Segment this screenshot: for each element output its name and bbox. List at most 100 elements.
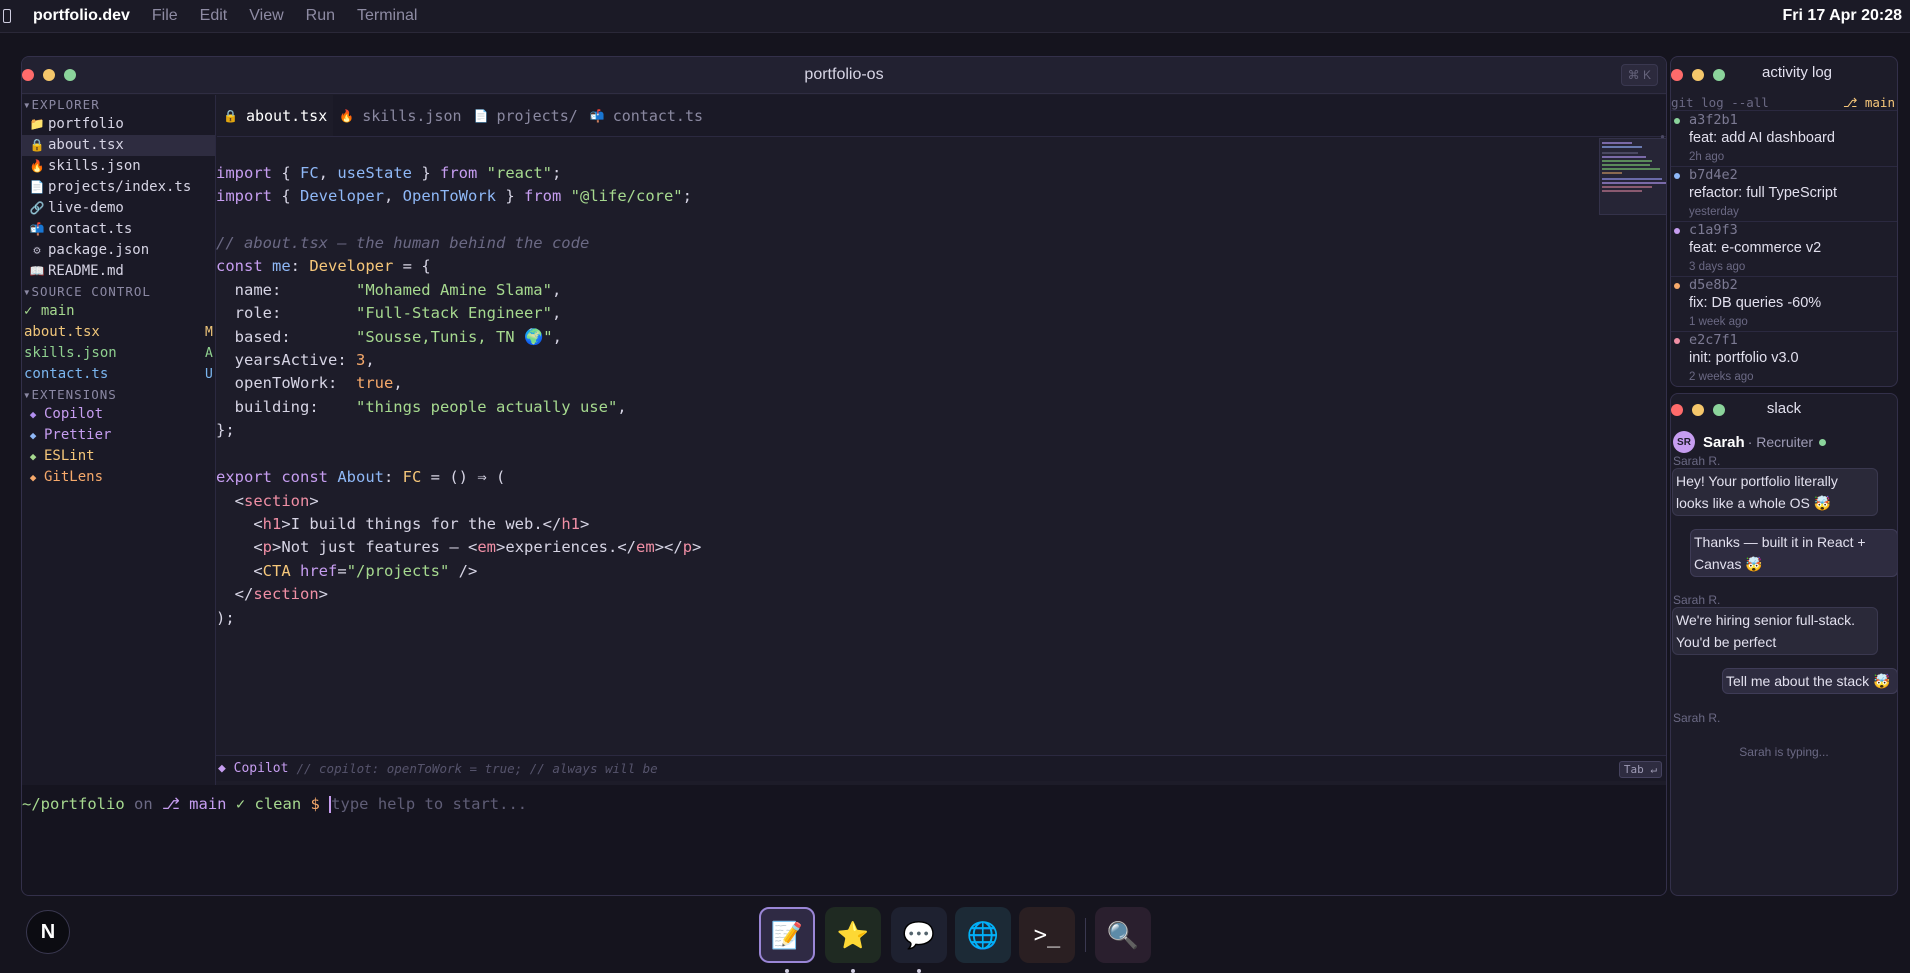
extension-copilot[interactable]: ◆ Copilot bbox=[22, 404, 215, 425]
browser-app-icon[interactable]: 🌐 bbox=[955, 907, 1011, 963]
message-sender: Sarah R. bbox=[1673, 711, 1721, 725]
commit-dot-icon bbox=[1674, 283, 1680, 289]
status-badge: M bbox=[205, 325, 213, 340]
online-status-icon bbox=[1819, 438, 1827, 446]
extension-gitlens[interactable]: ◆ GitLens bbox=[22, 467, 215, 488]
file-icon: 📄 bbox=[29, 180, 45, 194]
source-control-header[interactable]: ▾SOURCE CONTROL bbox=[22, 282, 215, 301]
code-line: <p>Not just features — <em>experiences.<… bbox=[216, 538, 702, 556]
explorer-item-projects[interactable]: 📄 projects/index.ts bbox=[22, 177, 215, 198]
changed-file[interactable]: contact.ts U bbox=[22, 364, 215, 385]
explorer-header[interactable]: ▾EXPLORER bbox=[22, 95, 215, 114]
message-bubble: We're hiring senior full-stack. You'd be… bbox=[1672, 607, 1878, 655]
current-branch[interactable]: ✓ main bbox=[22, 301, 215, 322]
tab-skills[interactable]: 🔥 skills.json bbox=[333, 95, 467, 136]
notes-app-icon[interactable]: 📝 bbox=[759, 907, 815, 963]
menu-view[interactable]: View bbox=[249, 7, 283, 25]
branch-label: ⎇ main bbox=[1842, 95, 1895, 110]
fire-icon: 🔥 bbox=[29, 159, 45, 173]
code-line: }; bbox=[216, 421, 235, 439]
extension-eslint[interactable]: ◆ ESLint bbox=[22, 446, 215, 467]
editor-window: portfolio-os ⌘ K ▾EXPLORER 📁 portfolio 🔒 a… bbox=[21, 56, 1667, 896]
system-menu-icon[interactable] bbox=[3, 9, 11, 23]
contact-role: · Recruiter bbox=[1747, 434, 1814, 450]
commit-item[interactable]: d5e8b2 fix: DB queries -60% 1 week ago bbox=[1671, 277, 1897, 332]
running-indicator bbox=[785, 969, 789, 973]
terminal-input[interactable]: type help to start... bbox=[331, 795, 527, 813]
message-bubble: Thanks — built it in React + Canvas 🤯 bbox=[1690, 529, 1897, 577]
explorer-item-contact[interactable]: 📬 contact.ts bbox=[22, 219, 215, 240]
changed-file[interactable]: skills.json A bbox=[22, 343, 215, 364]
minimap[interactable] bbox=[1599, 138, 1666, 215]
explorer-item-readme[interactable]: 📖 README.md bbox=[22, 261, 215, 282]
code-line: const me: Developer = { bbox=[216, 257, 431, 275]
message-sender: Sarah R. bbox=[1673, 593, 1721, 607]
terminal-panel[interactable]: ~/portfolio on ⎇ main ✓ clean $ type hel… bbox=[22, 785, 1666, 895]
editor-titlebar[interactable]: portfolio-os ⌘ K bbox=[22, 57, 1666, 94]
terminal-app-icon[interactable]: >_ bbox=[1019, 907, 1075, 963]
commit-dot-icon bbox=[1674, 338, 1680, 344]
commit-item[interactable]: b7d4e2 refactor: full TypeScript yesterd… bbox=[1671, 167, 1897, 222]
activity-log-panel: activity log git log --all ⎇ main a3f2b1 … bbox=[1670, 56, 1898, 387]
mailbox-icon: 📬 bbox=[29, 222, 45, 236]
contact-name: Sarah bbox=[1703, 433, 1745, 451]
favorites-app-icon[interactable]: ⭐ bbox=[825, 907, 881, 963]
explorer-item-skills[interactable]: 🔥 skills.json bbox=[22, 156, 215, 177]
code-line: based: "Sousse,Tunis, TN 🌍", bbox=[216, 328, 562, 346]
message-bubble: Hey! Your portfolio literally looks like… bbox=[1672, 468, 1878, 516]
menu-run[interactable]: Run bbox=[306, 7, 335, 25]
code-line: name: "Mohamed Amine Slama", bbox=[216, 281, 562, 299]
window-title: portfolio-os bbox=[804, 66, 884, 83]
app-name[interactable]: portfolio.dev bbox=[33, 7, 130, 25]
avatar[interactable]: SR bbox=[1673, 431, 1695, 453]
code-comment: // about.tsx — the human behind the code bbox=[216, 234, 590, 252]
terminal-prompt: ~/portfolio on ⎇ main ✓ clean $ type hel… bbox=[22, 795, 528, 813]
menu-terminal[interactable]: Terminal bbox=[357, 7, 417, 25]
running-indicator bbox=[917, 969, 921, 973]
editor-tabs: 🔒 about.tsx 🔥 skills.json 📄 projects/ 📬 cont… bbox=[217, 95, 1666, 173]
search-app-icon[interactable]: 🔍 bbox=[1095, 907, 1151, 963]
typing-indicator: Sarah is typing... bbox=[1739, 745, 1829, 759]
explorer-item-portfolio[interactable]: 📁 portfolio bbox=[22, 114, 215, 135]
launcher-button[interactable]: N bbox=[26, 910, 70, 954]
changed-file[interactable]: about.tsx M bbox=[22, 322, 215, 343]
commit-dot-icon bbox=[1674, 173, 1680, 179]
code-editor[interactable]: import { FC, useState } from "react"; im… bbox=[216, 137, 1596, 749]
command-palette-button[interactable]: ⌘ K bbox=[1620, 64, 1658, 86]
explorer-item-package[interactable]: ⚙ package.json bbox=[22, 240, 215, 261]
running-indicator bbox=[851, 969, 855, 973]
tab-about[interactable]: 🔒 about.tsx bbox=[217, 95, 334, 136]
code-line: openToWork: true, bbox=[216, 374, 403, 392]
message-sender: Sarah R. bbox=[1673, 454, 1721, 468]
gear-icon: ⚙ bbox=[33, 243, 41, 257]
menu-file[interactable]: File bbox=[152, 7, 178, 25]
git-log-header: git log --all ⎇ main bbox=[1671, 95, 1897, 111]
diamond-icon: ◆ bbox=[29, 471, 37, 484]
tab-projects[interactable]: 📄 projects/ bbox=[468, 95, 584, 136]
book-icon: 📖 bbox=[29, 264, 45, 278]
commit-item[interactable]: c1a9f3 feat: e-commerce v2 3 days ago bbox=[1671, 222, 1897, 277]
code-line: <CTA href="/projects" /> bbox=[216, 562, 478, 580]
code-line: role: "Full-Stack Engineer", bbox=[216, 304, 562, 322]
tab-contact[interactable]: 📬 contact.ts bbox=[584, 95, 709, 136]
extension-prettier[interactable]: ◆ Prettier bbox=[22, 425, 215, 446]
maximize-window-button[interactable] bbox=[1713, 69, 1725, 81]
code-line: import { FC, useState } from "react"; bbox=[216, 164, 562, 182]
extensions-header[interactable]: ▾EXTENSIONS bbox=[22, 385, 215, 404]
accept-suggestion-button[interactable]: Tab ↵ bbox=[1618, 761, 1662, 778]
explorer-item-live-demo[interactable]: 🔗 live-demo bbox=[22, 198, 215, 219]
menu-edit[interactable]: Edit bbox=[200, 7, 228, 25]
commit-item[interactable]: a3f2b1 feat: add AI dashboard 2h ago bbox=[1671, 112, 1897, 167]
copilot-label: ◆ Copilot bbox=[218, 761, 289, 776]
status-badge: U bbox=[205, 367, 213, 382]
explorer-item-about[interactable]: 🔒 about.tsx bbox=[22, 135, 215, 156]
code-line: yearsActive: 3, bbox=[216, 351, 375, 369]
code-line: ); bbox=[216, 609, 235, 627]
dock-separator bbox=[1085, 918, 1086, 952]
chat-app-icon[interactable]: 💬 bbox=[891, 907, 947, 963]
slack-panel: slack SR Sarah · Recruiter Sarah R. Hey!… bbox=[1670, 393, 1898, 896]
copilot-suggestion-bar: ◆ Copilot // copilot: openToWork = true;… bbox=[216, 755, 1666, 781]
minimize-window-button[interactable] bbox=[1692, 69, 1704, 81]
close-window-button[interactable] bbox=[1671, 69, 1683, 81]
commit-item[interactable]: e2c7f1 init: portfolio v3.0 2 weeks ago bbox=[1671, 332, 1897, 386]
